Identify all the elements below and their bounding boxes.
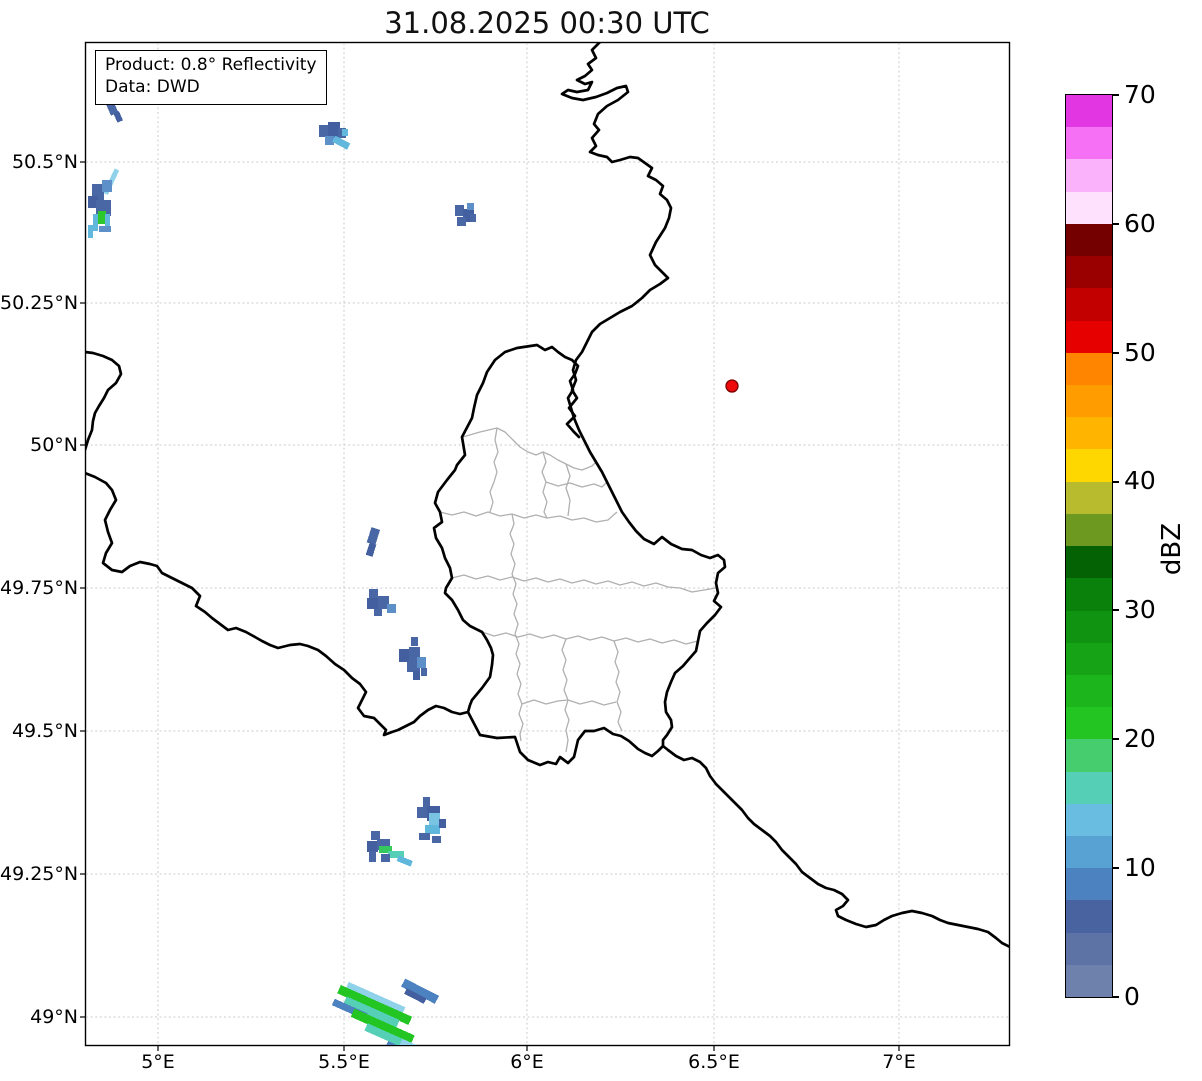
dbz-colorbar	[1065, 94, 1113, 998]
radar-figure: 31.08.2025 00:30 UTC Product: 0.8° Refle…	[0, 0, 1202, 1081]
colorbar-tick	[1112, 738, 1119, 740]
lon-tick-label: 5°E	[141, 1051, 175, 1073]
colorbar-band	[1066, 546, 1112, 579]
colorbar-tick-label: 10	[1124, 853, 1156, 882]
colorbar-tick-label: 20	[1124, 724, 1156, 753]
lat-tick-label: 49.75°N	[0, 577, 79, 599]
colorbar-tick	[1112, 352, 1119, 354]
colorbar-tick	[1112, 223, 1119, 225]
lon-tick-label: 6.5°E	[688, 1051, 740, 1073]
map-canvas	[80, 41, 1011, 1051]
colorbar-band	[1066, 320, 1112, 353]
colorbar-band	[1066, 900, 1112, 933]
lat-tick-label: 49.25°N	[0, 863, 79, 885]
colorbar-band	[1066, 449, 1112, 482]
colorbar-band	[1066, 964, 1112, 998]
colorbar-band	[1066, 288, 1112, 321]
lat-tick-label: 49.5°N	[11, 720, 78, 742]
colorbar-band	[1066, 191, 1112, 224]
colorbar-band	[1066, 127, 1112, 160]
colorbar-band	[1066, 836, 1112, 869]
colorbar-band	[1066, 95, 1112, 128]
colorbar-band	[1066, 481, 1112, 514]
colorbar-tick-label: 30	[1124, 595, 1156, 624]
lat-tick-label: 49°N	[30, 1006, 78, 1028]
colorbar-band	[1066, 771, 1112, 804]
colorbar-band	[1066, 578, 1112, 611]
colorbar-band	[1066, 674, 1112, 708]
colorbar-band	[1066, 513, 1112, 547]
colorbar-tick	[1112, 996, 1119, 998]
data-source-line: Data: DWD	[105, 77, 200, 98]
colorbar-band	[1066, 803, 1112, 837]
colorbar-unit-label: dBZ	[1157, 522, 1187, 576]
radar-site-marker	[725, 379, 739, 393]
colorbar-band	[1066, 352, 1112, 385]
lat-tick-label: 50.5°N	[11, 151, 78, 173]
lat-tick-label: 50°N	[30, 434, 78, 456]
colorbar-band	[1066, 707, 1112, 740]
colorbar-band	[1066, 223, 1112, 257]
lon-tick-label: 5.5°E	[318, 1051, 370, 1073]
colorbar-tick	[1112, 867, 1119, 869]
colorbar-band	[1066, 159, 1112, 192]
colorbar-band	[1066, 868, 1112, 901]
plot-frame	[84, 41, 1011, 1047]
colorbar-band	[1066, 932, 1112, 965]
lat-tick-label: 50.25°N	[0, 292, 79, 314]
colorbar-tick-label: 40	[1124, 466, 1156, 495]
lon-tick-label: 7°E	[882, 1051, 916, 1073]
colorbar-band	[1066, 417, 1112, 450]
colorbar-band	[1066, 739, 1112, 772]
colorbar-tick	[1112, 481, 1119, 483]
colorbar-tick-label: 70	[1124, 80, 1156, 109]
colorbar-band	[1066, 256, 1112, 289]
colorbar-band	[1066, 642, 1112, 675]
lon-tick-label: 6°E	[510, 1051, 544, 1073]
colorbar-tick	[1112, 609, 1119, 611]
colorbar-tick-label: 50	[1124, 338, 1156, 367]
colorbar-tick	[1112, 94, 1119, 96]
colorbar-tick-label: 0	[1124, 982, 1140, 1011]
colorbar-band	[1066, 610, 1112, 643]
product-info-line: Product: 0.8° Reflectivity	[105, 55, 317, 75]
product-info-box: Product: 0.8° Reflectivity Data: DWD	[95, 50, 327, 105]
colorbar-band	[1066, 384, 1112, 418]
colorbar-tick-label: 60	[1124, 209, 1156, 238]
